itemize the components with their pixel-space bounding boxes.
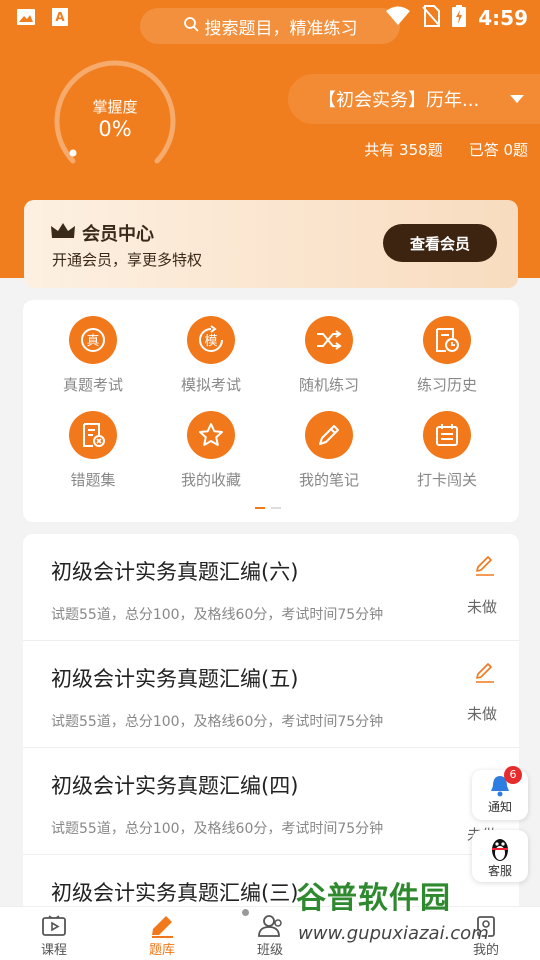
subject-selected: 【初会实务】历年...: [318, 90, 480, 111]
svg-text:模: 模: [204, 334, 217, 349]
page-dot-active: [255, 507, 265, 509]
feature-mock-exam[interactable]: 模 模拟考试: [156, 316, 266, 395]
watermark-url: www.gupuxiazai.com: [298, 923, 489, 944]
list-item[interactable]: 初级会计实务真题汇编(六) 试题55道，总分100，及格线60分，考试时间75分…: [23, 534, 519, 641]
feature-label: 错题集: [70, 471, 116, 489]
feature-label: 练习历史: [416, 376, 477, 394]
nav-item-question-bank[interactable]: 题库: [108, 913, 216, 958]
feature-label: 真题考试: [62, 376, 123, 394]
nav-label: 课程: [40, 943, 67, 958]
feature-label: 随机练习: [298, 376, 359, 394]
edit-icon[interactable]: [473, 554, 497, 582]
answered-count: 已答 0题: [468, 141, 528, 159]
member-title: 会员中心: [82, 224, 154, 245]
view-membership-button[interactable]: 查看会员: [383, 224, 497, 262]
nav-label: 题库: [148, 943, 175, 958]
total-count: 共有 358题: [364, 141, 443, 159]
mastery-value: 0%: [98, 117, 132, 141]
paper-meta: 试题55道，总分100，及格线60分，考试时间75分钟: [51, 714, 384, 730]
paper-title: 初级会计实务真题汇编(六): [51, 560, 299, 584]
feature-practice-history[interactable]: 练习历史: [392, 316, 502, 395]
paper-title: 初级会计实务真题汇编(三): [51, 881, 299, 905]
video-icon: [0, 913, 108, 939]
scroll-dot: [242, 909, 249, 916]
svg-text:真: 真: [86, 334, 99, 349]
history-icon: [423, 316, 471, 364]
wrong-questions-icon: [69, 411, 117, 459]
feature-wrong-questions[interactable]: 错题集: [38, 411, 148, 490]
feature-real-exam[interactable]: 真 真题考试: [38, 316, 148, 395]
feature-random-practice[interactable]: 随机练习: [274, 316, 384, 395]
nav-item-courses[interactable]: 课程: [0, 913, 108, 958]
star-icon: [187, 411, 235, 459]
paper-title: 初级会计实务真题汇编(四): [51, 774, 299, 798]
crown-icon: [50, 222, 76, 245]
calendar-icon: [423, 411, 471, 459]
paper-status: 未做: [466, 705, 497, 723]
feature-label: 模拟考试: [180, 376, 241, 394]
paper-meta: 试题55道，总分100，及格线60分，考试时间75分钟: [51, 821, 384, 837]
battery-charging-icon: [452, 5, 467, 31]
paper-meta: 试题55道，总分100，及格线60分，考试时间75分钟: [51, 607, 384, 623]
edit-icon: [108, 913, 216, 939]
clock: 4:59: [478, 6, 528, 30]
app-a-icon: A: [50, 7, 70, 27]
edit-icon[interactable]: [473, 661, 497, 689]
feature-label: 打卡闯关: [416, 471, 477, 489]
feature-grid: 真 真题考试 模 模拟考试 随机练习 练习历史 错题集 我的收藏 我的笔记 打卡…: [23, 300, 519, 522]
caret-down-icon: [510, 95, 524, 103]
question-stats: 共有 358题 已答 0题: [364, 139, 528, 160]
member-subtitle: 开通会员，享更多特权: [52, 251, 203, 269]
mastery-label: 掌握度: [92, 98, 138, 116]
search-bar[interactable]: 搜索题目，精准练习: [140, 8, 400, 44]
list-item[interactable]: 初级会计实务真题汇编(四) 试题55道，总分100，及格线60分，考试时间75分…: [23, 748, 519, 855]
member-center-card[interactable]: 会员中心 开通会员，享更多特权 查看会员: [24, 200, 518, 288]
no-sim-icon: [422, 5, 441, 31]
paper-list: 初级会计实务真题汇编(六) 试题55道，总分100，及格线60分，考试时间75分…: [23, 534, 519, 914]
mock-exam-icon: 模: [187, 316, 235, 364]
feature-check-in[interactable]: 打卡闯关: [392, 411, 502, 490]
paper-status: 未做: [466, 598, 497, 616]
qq-penguin-icon: [472, 830, 528, 862]
shuffle-icon: [305, 316, 353, 364]
page-indicator: [255, 507, 281, 509]
search-placeholder: 搜索题目，精准练习: [204, 18, 358, 39]
watermark: 谷普软件园 www.gupuxiazai.com: [296, 873, 540, 960]
feature-notes[interactable]: 我的笔记: [274, 411, 384, 490]
watermark-text: 谷普软件园: [296, 881, 451, 916]
image-icon: [16, 7, 36, 27]
feature-label: 我的笔记: [298, 471, 359, 489]
page-dot: [271, 507, 281, 509]
paper-title: 初级会计实务真题汇编(五): [51, 667, 299, 691]
feature-favorites[interactable]: 我的收藏: [156, 411, 266, 490]
subject-selector[interactable]: 【初会实务】历年...: [288, 74, 540, 124]
notification-badge: 6: [504, 766, 522, 784]
pencil-icon: [305, 411, 353, 459]
list-item[interactable]: 初级会计实务真题汇编(五) 试题55道，总分100，及格线60分，考试时间75分…: [23, 641, 519, 748]
notification-label: 通知: [487, 800, 512, 814]
real-exam-icon: 真: [69, 316, 117, 364]
svg-text:A: A: [55, 10, 65, 24]
search-icon: [183, 16, 199, 37]
notification-button[interactable]: 通知 6: [472, 766, 528, 820]
feature-label: 我的收藏: [180, 471, 241, 489]
